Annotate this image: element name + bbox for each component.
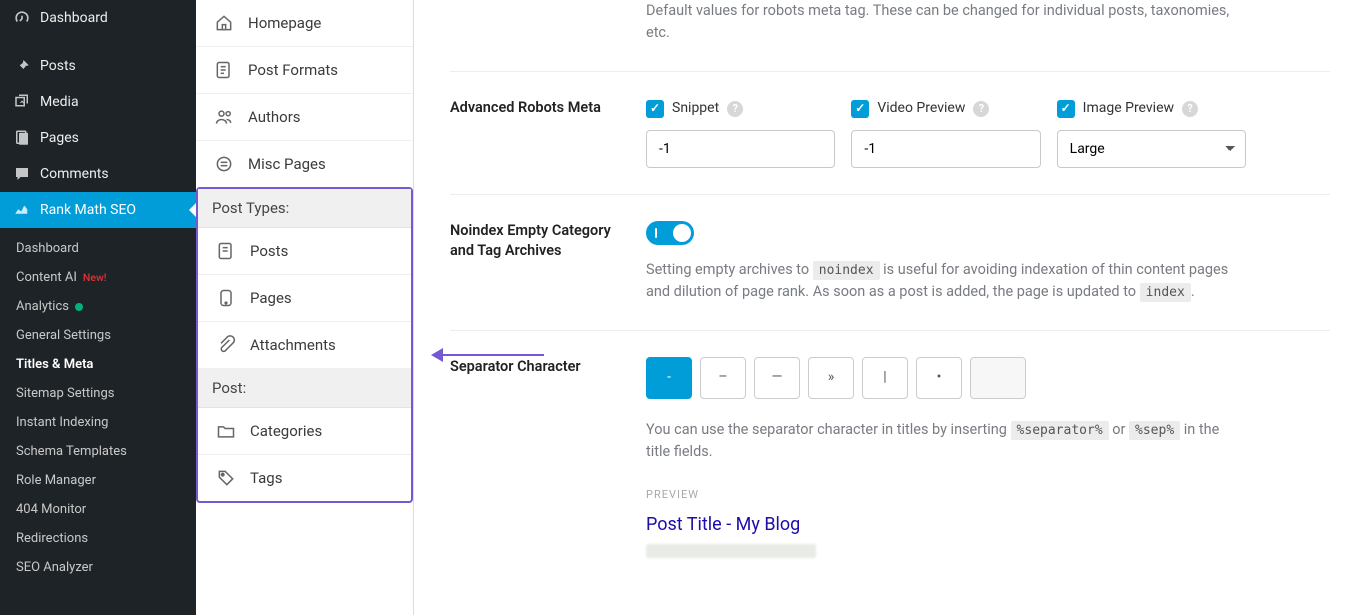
snippet-checkbox[interactable]: ✓ — [646, 100, 664, 118]
intro-text: Default values for robots meta tag. Thes… — [646, 0, 1246, 45]
subnav-404-monitor[interactable]: 404 Monitor — [0, 495, 196, 524]
subnav-redirections[interactable]: Redirections — [0, 524, 196, 553]
image-select[interactable]: Large — [1057, 130, 1246, 168]
pin-icon — [12, 56, 32, 76]
tab-attachments[interactable]: Attachments — [198, 322, 411, 369]
nav-comments[interactable]: Comments — [0, 156, 196, 192]
noindex-toggle[interactable] — [646, 221, 694, 245]
preview-url-placeholder — [646, 544, 816, 558]
tab-pages[interactable]: Pages — [198, 275, 411, 322]
subnav-dashboard[interactable]: Dashboard — [0, 234, 196, 263]
subnav-seo-analyzer[interactable]: SEO Analyzer — [0, 553, 196, 582]
nav-label: Rank Math SEO — [40, 202, 136, 218]
seo-icon — [12, 200, 32, 220]
settings-subpanel: Homepage Post Formats Authors Misc Pages… — [196, 0, 414, 615]
video-label: Video Preview — [877, 98, 965, 120]
separator-option[interactable]: — — [754, 357, 800, 399]
help-icon[interactable]: ? — [1182, 101, 1198, 117]
subnav-analytics[interactable]: Analytics — [0, 292, 196, 321]
preview-title: Post Title - My Blog — [646, 511, 1246, 539]
subnav-general-settings[interactable]: General Settings — [0, 321, 196, 350]
noindex-description: Setting empty archives to noindex is use… — [646, 259, 1246, 304]
subnav-schema-templates[interactable]: Schema Templates — [0, 437, 196, 466]
field-label-noindex: Noindex Empty Category and Tag Archives — [450, 221, 646, 304]
preview-label: PREVIEW — [646, 486, 1246, 503]
snippet-input[interactable] — [646, 130, 835, 168]
tab-tags[interactable]: Tags — [198, 455, 411, 501]
tab-post-formats[interactable]: Post Formats — [196, 47, 413, 94]
image-checkbox[interactable]: ✓ — [1057, 100, 1075, 118]
formats-icon — [214, 60, 234, 80]
wp-admin-sidebar: Dashboard Posts Media Pages Comments Ran… — [0, 0, 196, 615]
tab-posts[interactable]: Posts — [198, 228, 411, 275]
nav-rankmath[interactable]: Rank Math SEO — [0, 192, 196, 228]
nav-label: Media — [40, 94, 79, 110]
subnav-sitemap-settings[interactable]: Sitemap Settings — [0, 379, 196, 408]
new-badge: New! — [83, 271, 107, 284]
nav-label: Pages — [40, 130, 79, 146]
tag-icon — [216, 468, 236, 488]
subnav-role-manager[interactable]: Role Manager — [0, 466, 196, 495]
separator-description: You can use the separator character in t… — [646, 419, 1246, 464]
field-label-robots: Advanced Robots Meta — [450, 98, 646, 168]
nav-posts[interactable]: Posts — [0, 48, 196, 84]
tab-categories[interactable]: Categories — [198, 408, 411, 455]
help-icon[interactable]: ? — [973, 101, 989, 117]
subnav-titles-meta[interactable]: Titles & Meta — [0, 350, 196, 379]
nav-label: Posts — [40, 58, 76, 74]
section-header-post-types: Post Types: — [198, 189, 411, 228]
misc-icon — [214, 154, 234, 174]
tab-homepage[interactable]: Homepage — [196, 0, 413, 47]
post-icon — [216, 241, 236, 261]
field-label-separator: Separator Character — [450, 357, 646, 559]
subnav-content-ai[interactable]: Content AINew! — [0, 263, 196, 292]
separator-option-custom[interactable] — [970, 357, 1026, 399]
nav-media[interactable]: Media — [0, 84, 196, 120]
section-header-post: Post: — [198, 369, 411, 408]
settings-content: Default values for robots meta tag. Thes… — [414, 0, 1366, 615]
separator-options: - – — » | • — [646, 357, 1246, 399]
separator-option[interactable]: | — [862, 357, 908, 399]
media-icon — [12, 92, 32, 112]
folder-icon — [216, 421, 236, 441]
page-alt-icon — [216, 288, 236, 308]
home-icon — [214, 13, 234, 33]
status-dot-icon — [75, 303, 83, 311]
page-icon — [12, 128, 32, 148]
tab-misc-pages[interactable]: Misc Pages — [196, 141, 413, 187]
users-icon — [214, 107, 234, 127]
gauge-icon — [12, 8, 32, 28]
subnav-instant-indexing[interactable]: Instant Indexing — [0, 408, 196, 437]
help-icon[interactable]: ? — [727, 101, 743, 117]
video-input[interactable] — [851, 130, 1040, 168]
video-checkbox[interactable]: ✓ — [851, 100, 869, 118]
nav-pages[interactable]: Pages — [0, 120, 196, 156]
separator-option[interactable]: – — [700, 357, 746, 399]
separator-option[interactable]: » — [808, 357, 854, 399]
highlighted-section: Post Types: Posts Pages Attachments Post… — [196, 187, 413, 503]
separator-option[interactable]: - — [646, 357, 692, 399]
comment-icon — [12, 164, 32, 184]
snippet-label: Snippet — [672, 98, 719, 120]
tab-authors[interactable]: Authors — [196, 94, 413, 141]
nav-label: Comments — [40, 166, 109, 182]
image-label: Image Preview — [1083, 98, 1174, 120]
clip-icon — [216, 335, 236, 355]
nav-dashboard[interactable]: Dashboard — [0, 0, 196, 36]
nav-label: Dashboard — [40, 10, 108, 26]
separator-option[interactable]: • — [916, 357, 962, 399]
